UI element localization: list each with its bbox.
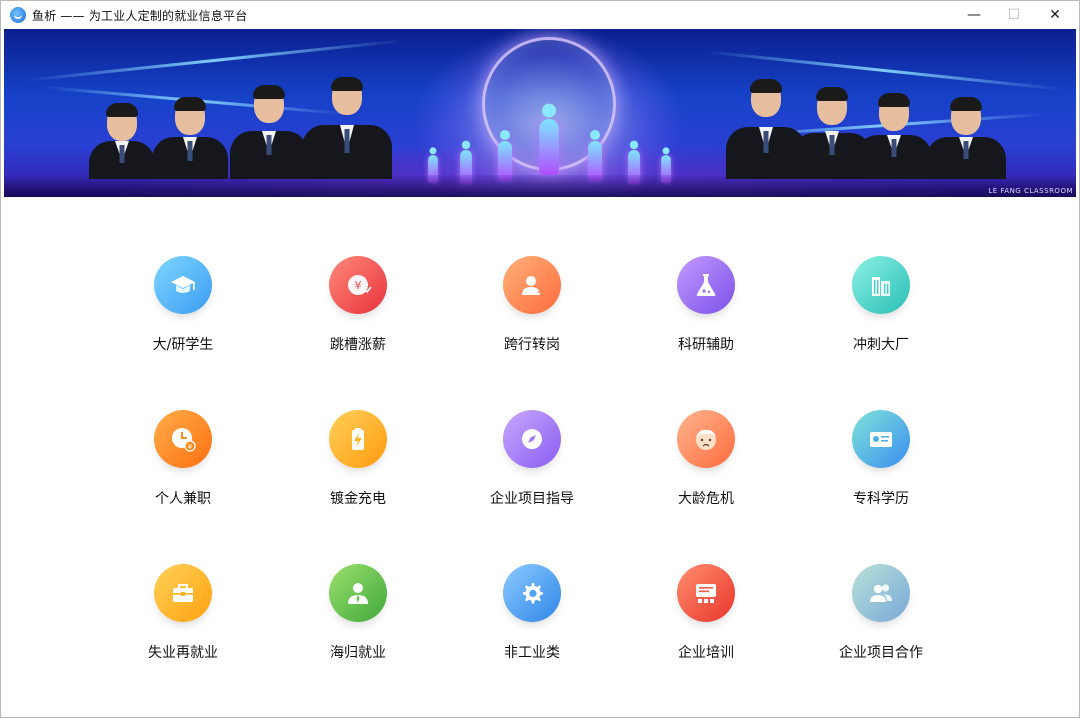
- certificate-icon: [852, 410, 910, 468]
- battery-charge-icon: [329, 410, 387, 468]
- minimize-button[interactable]: —: [953, 1, 995, 29]
- title-bar: 鱼析 —— 为工业人定制的就业信息平台 — ☐ ✕: [1, 1, 1079, 29]
- compass-icon: [503, 410, 561, 468]
- close-button[interactable]: ✕: [1034, 1, 1076, 29]
- category-item-undergrad-grad[interactable]: 大/研学生: [113, 256, 253, 366]
- elder-face-icon: [677, 410, 735, 468]
- flask-icon: [677, 256, 735, 314]
- banner-watermark: LE FANG CLASSROOM: [988, 187, 1073, 195]
- app-window: 鱼析 —— 为工业人定制的就业信息平台 — ☐ ✕ LE FANG CLASSR…: [0, 0, 1080, 718]
- team-icon: [852, 564, 910, 622]
- window-title: 鱼析 —— 为工业人定制的就业信息平台: [32, 8, 248, 23]
- category-item-job-hop[interactable]: ¥ 跳槽涨薪: [288, 256, 428, 366]
- light-streak: [24, 39, 404, 82]
- hero-banner: LE FANG CLASSROOM: [4, 29, 1076, 197]
- category-item-big-tech[interactable]: 冲刺大厂: [811, 256, 951, 366]
- category-grid: 大/研学生 ¥ 跳槽涨薪 跨行转岗 科研辅助 冲刺大厂 ¥ 个人兼职 镀金充电 …: [1, 197, 1079, 717]
- category-item-junior-college[interactable]: 专科学历: [811, 410, 951, 520]
- person-photo: [230, 85, 308, 179]
- category-item-enterprise-guidance[interactable]: 企业项目指导: [462, 410, 602, 520]
- category-item-career-switch[interactable]: 跨行转岗: [462, 256, 602, 366]
- category-label: 大龄危机: [678, 491, 734, 507]
- graduation-cap-icon: [154, 256, 212, 314]
- category-label: 失业再就业: [148, 645, 218, 661]
- training-board-icon: [677, 564, 735, 622]
- category-item-part-time[interactable]: ¥ 个人兼职: [113, 410, 253, 520]
- person-photo: [89, 103, 155, 179]
- category-item-non-industrial[interactable]: 非工业类: [462, 564, 602, 674]
- person-suit-icon: [329, 564, 387, 622]
- svg-text:¥: ¥: [188, 443, 193, 451]
- maximize-button[interactable]: ☐: [993, 1, 1035, 29]
- category-item-research[interactable]: 科研辅助: [636, 256, 776, 366]
- category-item-returnee[interactable]: 海归就业: [288, 564, 428, 674]
- app-logo-icon: [10, 7, 26, 23]
- gear-icon: [503, 564, 561, 622]
- category-label: 冲刺大厂: [853, 337, 909, 353]
- svg-text:¥: ¥: [355, 279, 362, 292]
- category-label: 海归就业: [330, 645, 386, 661]
- category-label: 大/研学生: [152, 337, 214, 353]
- person-photo: [926, 97, 1006, 179]
- person-photo: [152, 97, 228, 179]
- yen-growth-icon: ¥: [329, 256, 387, 314]
- runner-figure: [539, 103, 559, 175]
- person-photo: [856, 93, 932, 179]
- category-item-upskill[interactable]: 镀金充电: [288, 410, 428, 520]
- category-item-enterprise-cooperation[interactable]: 企业项目合作: [811, 564, 951, 674]
- office-building-icon: [852, 256, 910, 314]
- category-item-reemployment[interactable]: 失业再就业: [113, 564, 253, 674]
- category-label: 科研辅助: [678, 337, 734, 353]
- clock-yen-icon: ¥: [154, 410, 212, 468]
- category-label: 非工业类: [504, 645, 560, 661]
- category-label: 个人兼职: [155, 491, 211, 507]
- category-label: 跳槽涨薪: [330, 337, 386, 353]
- category-item-corporate-training[interactable]: 企业培训: [636, 564, 776, 674]
- category-label: 企业培训: [678, 645, 734, 661]
- category-label: 企业项目指导: [490, 491, 574, 507]
- category-label: 跨行转岗: [504, 337, 560, 353]
- user-transfer-icon: [503, 256, 561, 314]
- category-label: 镀金充电: [330, 491, 386, 507]
- briefcase-icon: [154, 564, 212, 622]
- category-label: 企业项目合作: [839, 645, 923, 661]
- person-photo: [302, 77, 392, 179]
- category-label: 专科学历: [853, 491, 909, 507]
- category-item-age-crisis[interactable]: 大龄危机: [636, 410, 776, 520]
